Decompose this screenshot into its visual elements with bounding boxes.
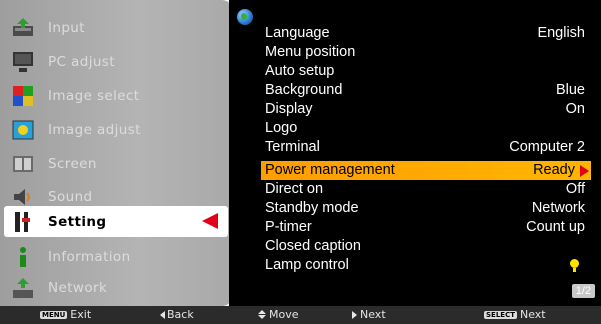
setting-value: Count up [526,219,585,235]
setting-icon [11,210,35,234]
menu-item-label: Screen [48,155,97,172]
setting-label: Direct on [265,181,324,197]
setting-submenu: Language English Menu position Auto setu… [229,0,601,306]
information-icon [11,245,35,269]
menu-item-pc-adjust[interactable]: PC adjust [0,46,232,77]
arrow-right-icon [352,310,357,319]
setting-row-power-management[interactable]: Power management Ready [261,161,591,180]
setting-value: Ready [533,162,575,178]
menu-item-label: Input [48,19,85,36]
setting-label: Language [265,25,330,41]
page-indicator: 1/2 [571,284,595,298]
globe-icon [237,9,253,25]
select-key-icon: SELECT [484,310,517,319]
setting-label: P-timer [265,219,312,235]
arrow-updown-icon [258,310,266,319]
image-adjust-icon [11,118,35,142]
menu-item-information[interactable]: Information [0,241,232,272]
setting-value: Network [531,200,585,216]
setting-value: Computer 2 [509,139,585,155]
selection-arrow-icon [202,213,218,229]
setting-row-direct-on[interactable]: Direct on Off [261,180,591,199]
setting-label: Display [265,101,313,117]
arrow-right-icon[interactable] [580,165,589,177]
menu-item-label: Setting [48,213,107,230]
setting-label: Lamp control [265,257,349,273]
sound-icon [11,185,35,209]
setting-value: Blue [555,82,585,98]
hint-next: Next [352,308,386,321]
hint-exit: MENU Exit [40,308,91,321]
menu-item-image-adjust[interactable]: Image adjust [0,114,232,145]
setting-value: Off [565,181,585,197]
menu-item-label: Network [48,279,108,296]
setting-row-menu-position[interactable]: Menu position [261,43,591,62]
main-menu: Input PC adjust Image select Image adjus… [0,0,232,306]
menu-item-input[interactable]: Input [0,12,232,43]
menu-item-label: PC adjust [48,53,115,70]
menu-key-icon: MENU [40,310,68,319]
setting-value: English [537,25,585,41]
menu-item-network[interactable]: Network [0,272,232,303]
input-icon [11,16,35,40]
setting-label: Standby mode [265,200,359,216]
hint-bar: MENU Exit Back Move Next SELECT Next [0,306,601,324]
setting-row-closed-caption[interactable]: Closed caption [261,237,591,256]
menu-item-setting[interactable]: Setting [4,206,228,237]
setting-label: Background [265,82,343,98]
screen-icon [11,152,35,176]
hint-label: Back [167,308,194,321]
menu-item-label: Image select [48,87,140,104]
image-select-icon [11,84,35,108]
setting-label: Power management [265,162,395,178]
menu-item-screen[interactable]: Screen [0,148,232,179]
setting-row-logo[interactable]: Logo [261,119,591,138]
arrow-left-icon [160,310,165,319]
menu-item-label: Information [48,248,131,265]
setting-label: Terminal [265,139,320,155]
menu-item-image-select[interactable]: Image select [0,80,232,111]
hint-label: Next [360,308,386,321]
setting-label: Menu position [265,44,356,60]
hint-label: Move [269,308,299,321]
setting-row-lamp-control[interactable]: Lamp control [261,256,591,275]
setting-value: On [565,101,585,117]
setting-row-language[interactable]: Language English [261,24,591,43]
setting-label: Auto setup [265,63,335,79]
setting-row-terminal[interactable]: Terminal Computer 2 [261,138,591,157]
hint-select: SELECT Next [484,308,546,321]
setting-label: Closed caption [265,238,361,254]
setting-row-background[interactable]: Background Blue [261,81,591,100]
menu-item-label: Sound [48,188,93,205]
hint-move: Move [258,308,299,321]
hint-label: Exit [70,308,92,321]
setting-row-p-timer[interactable]: P-timer Count up [261,218,591,237]
setting-row-auto-setup[interactable]: Auto setup [261,62,591,81]
hint-back: Back [160,308,194,321]
menu-item-label: Image adjust [48,121,141,138]
pc-adjust-icon [11,50,35,74]
setting-label: Logo [265,120,298,136]
setting-row-display[interactable]: Display On [261,100,591,119]
network-icon [11,276,35,300]
hint-label: Next [519,308,546,321]
setting-row-standby-mode[interactable]: Standby mode Network [261,199,591,218]
lamp-bulb-icon [570,259,579,272]
